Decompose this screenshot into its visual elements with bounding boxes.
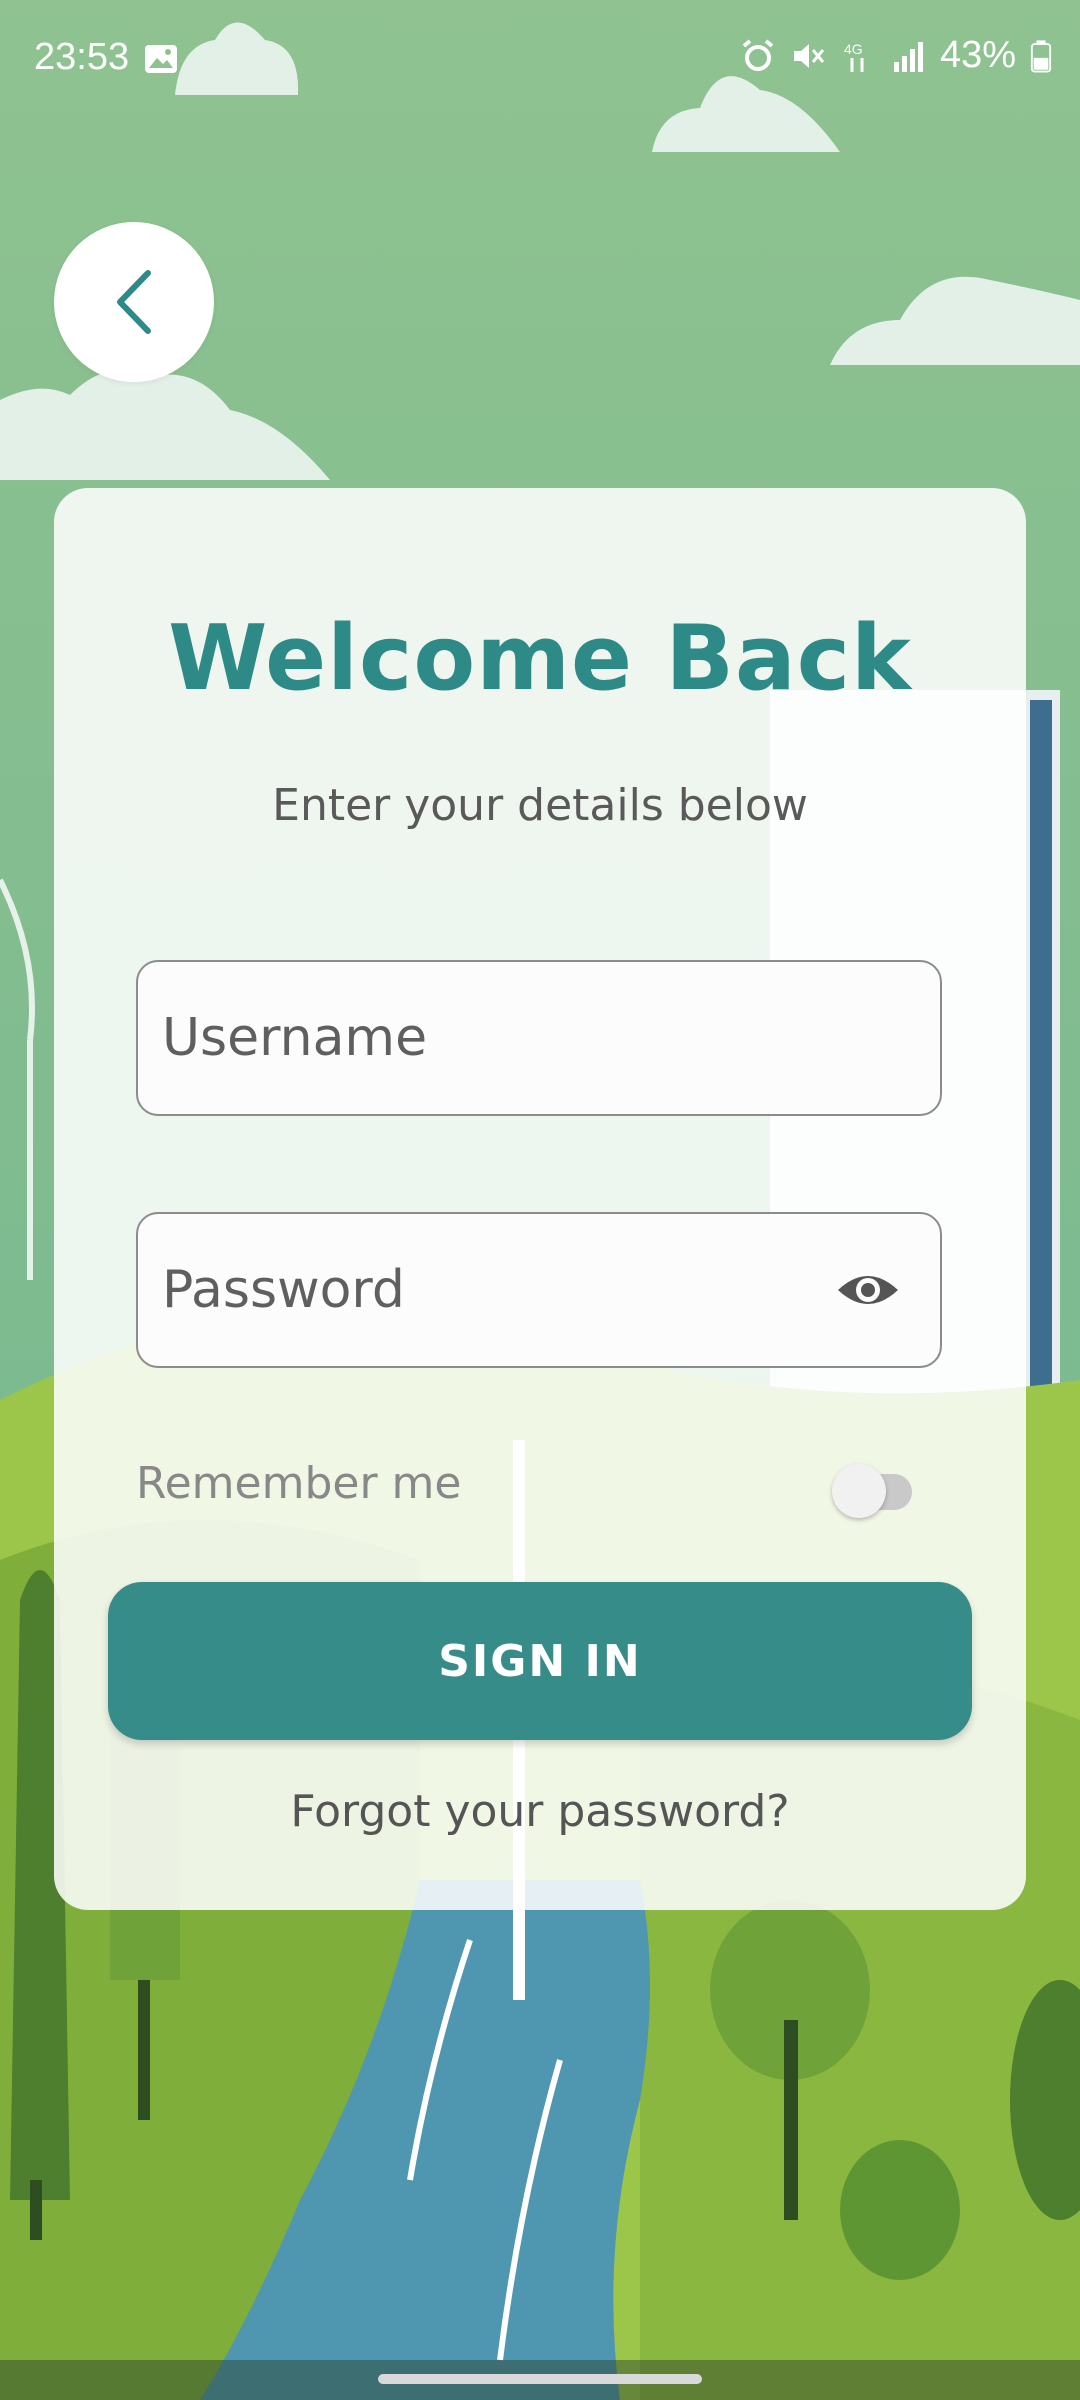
remember-me-toggle[interactable] (832, 1460, 918, 1518)
svg-text:4G: 4G (844, 41, 863, 57)
status-time: 23:53 (34, 36, 130, 78)
home-indicator[interactable] (378, 2374, 702, 2384)
remember-me-label: Remember me (136, 1458, 462, 1509)
toggle-thumb (832, 1464, 886, 1518)
signal-icon (893, 41, 923, 72)
sign-in-button[interactable]: SIGN IN (108, 1582, 972, 1740)
alarm-icon (742, 38, 774, 71)
page-title: Welcome Back (168, 606, 912, 711)
username-field[interactable] (136, 960, 942, 1116)
username-input[interactable] (162, 962, 842, 1114)
page-subtitle: Enter your details below (272, 780, 808, 831)
eye-icon[interactable] (836, 1266, 900, 1314)
login-card: Welcome Back Enter your details below Re… (54, 488, 1026, 1910)
status-bar: 23:53 4G 43% (0, 0, 1080, 120)
mute-icon (793, 43, 825, 68)
password-field[interactable] (136, 1212, 942, 1368)
battery-icon (1030, 39, 1052, 72)
battery-percent: 43% (939, 34, 1016, 76)
4g-icon: 4G (844, 41, 864, 72)
forgot-password-link[interactable]: Forgot your password? (54, 1786, 1026, 1837)
chevron-left-icon (117, 270, 151, 334)
password-input[interactable] (162, 1214, 842, 1366)
back-button[interactable] (54, 222, 214, 382)
status-icons: 4G 43% (740, 34, 1052, 77)
image-icon (145, 45, 177, 73)
